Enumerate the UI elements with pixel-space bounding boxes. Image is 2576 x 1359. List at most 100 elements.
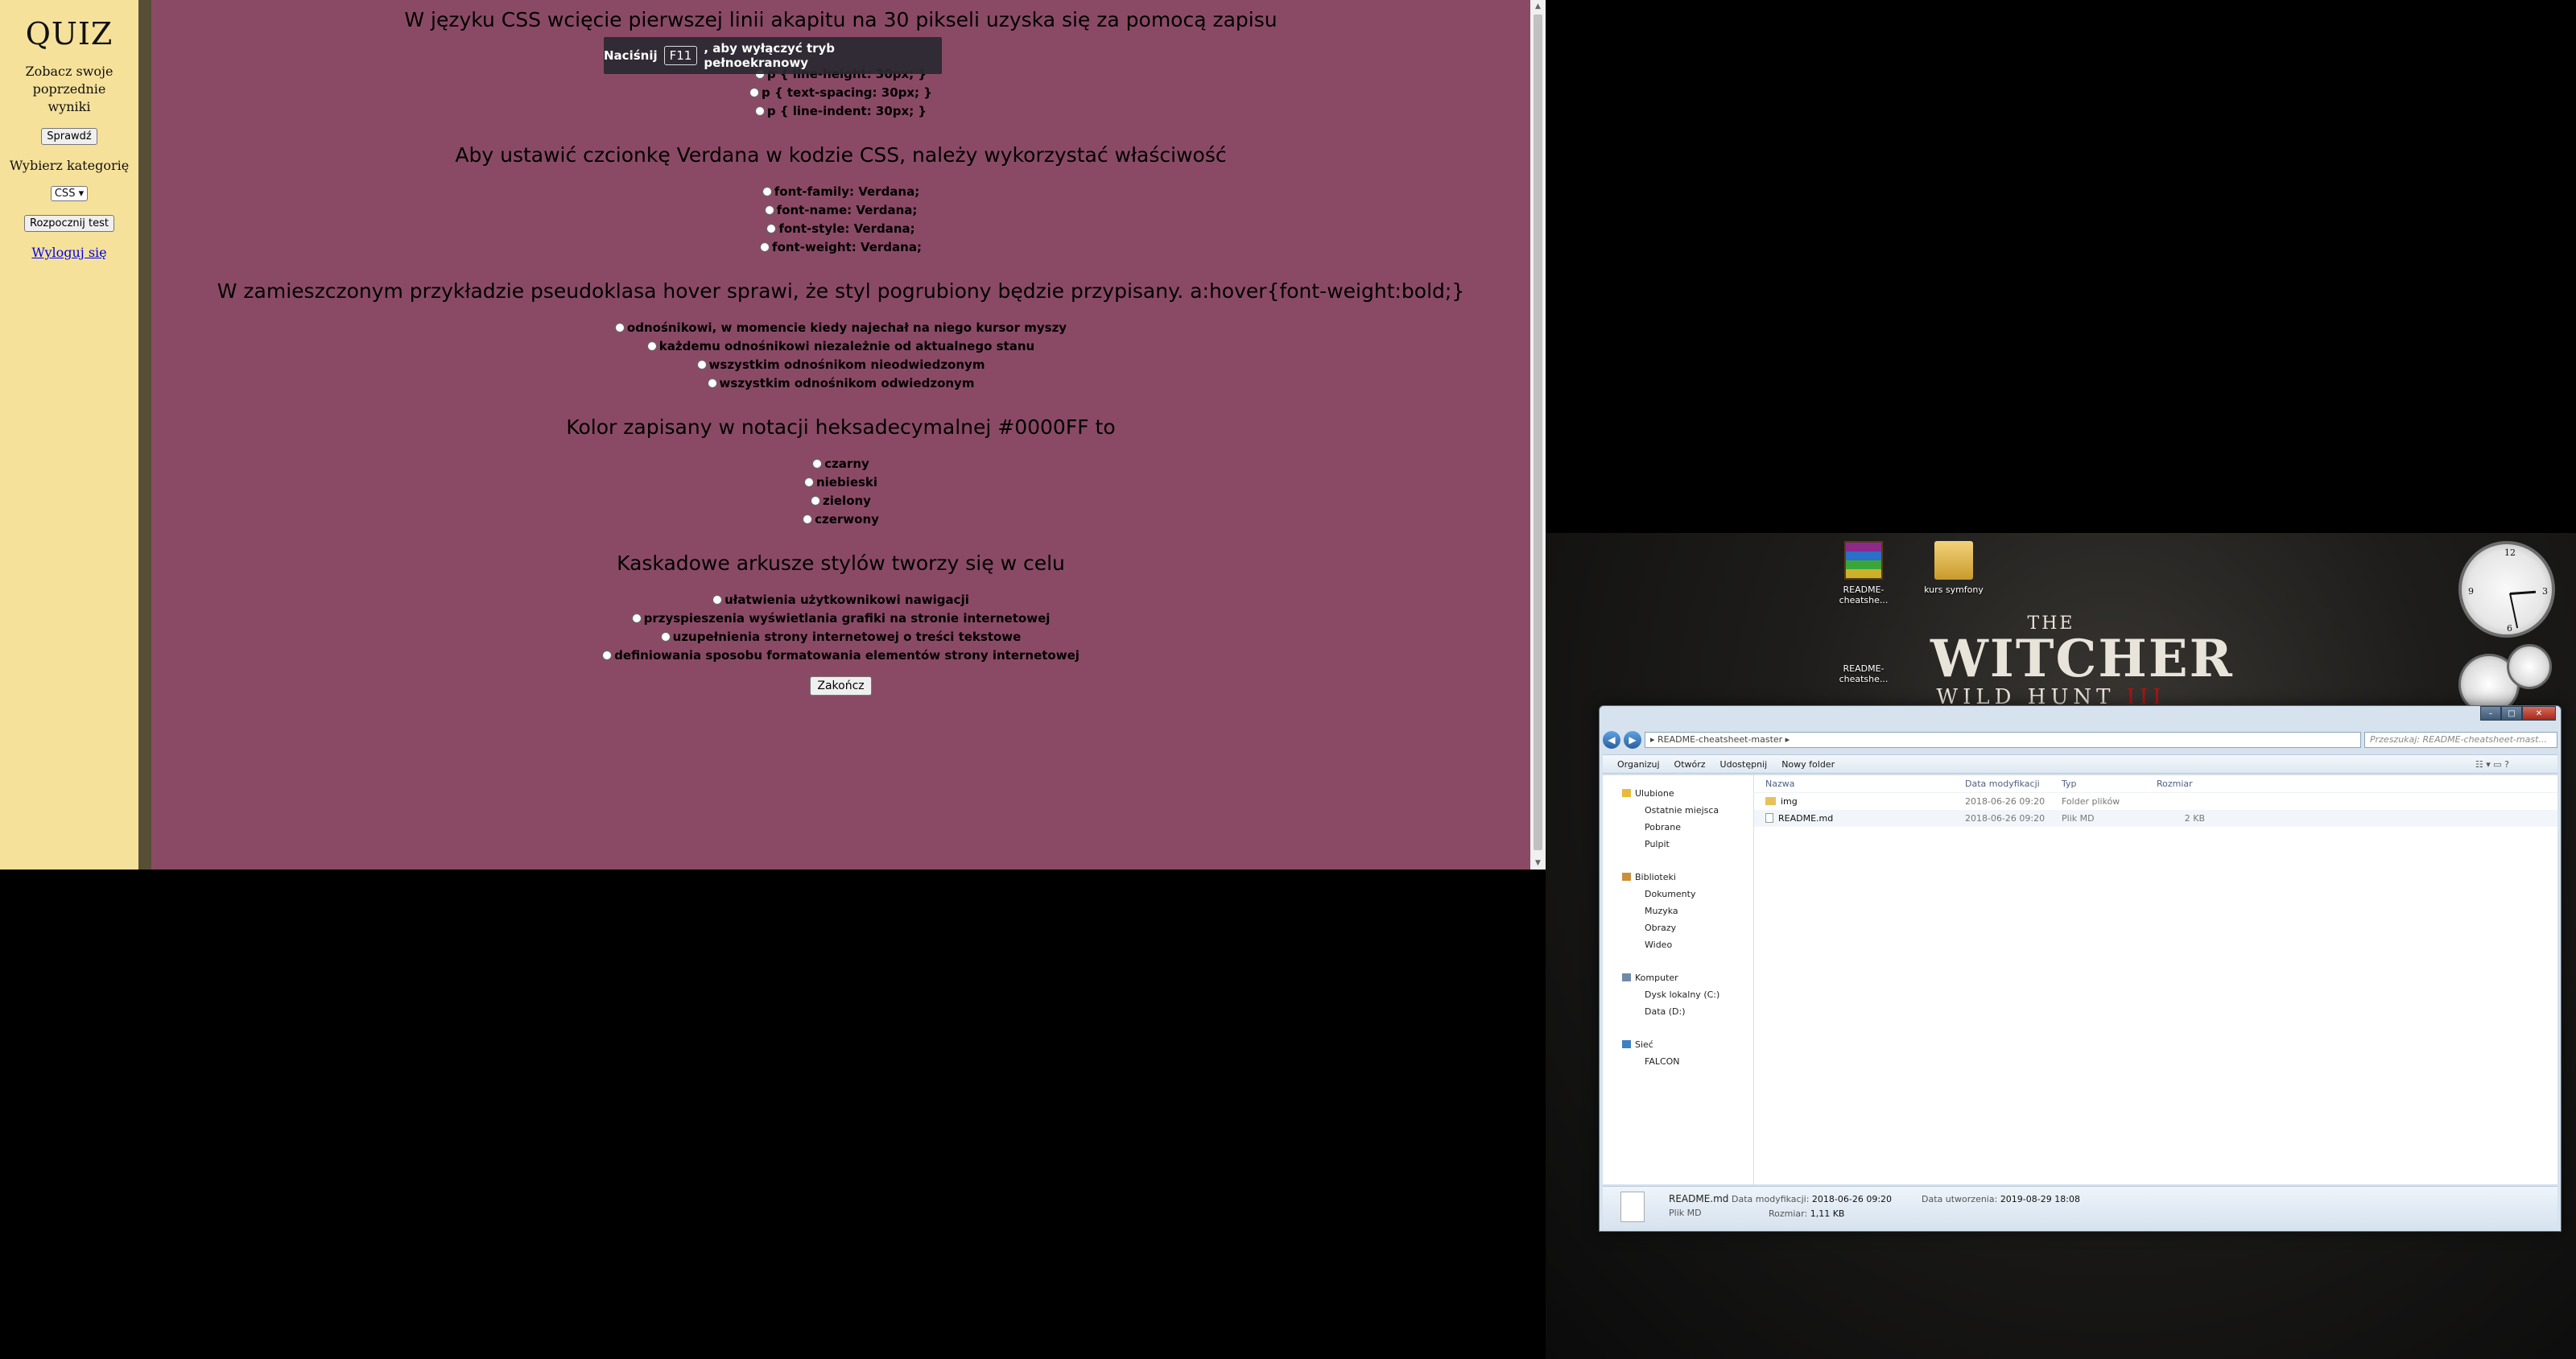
file-icon [1620,1192,1645,1222]
details-modified-value: 2018-06-26 09:20 [1811,1194,1893,1204]
answer-option[interactable]: czarny [151,455,1530,473]
radio-button[interactable] [811,496,821,506]
fullscreen-notice: Naciśnij F11 , aby wyłączyć tryb pełnoek… [604,37,942,74]
answer-label: p { text-spacing: 30px; } [762,85,932,100]
nav-item-recent-places[interactable]: Ostatnie miejsca [1603,802,1753,819]
scroll-up-icon[interactable]: ▲ [1530,0,1546,13]
browser-window: QUIZ Zobacz swoje poprzednie wyniki Spra… [0,0,1546,870]
file-type: Folder plików [2062,796,2120,807]
details-created-value: 2019-08-29 18:08 [2000,1194,2080,1204]
desktop-icon-kurs-symfony[interactable]: kurs symfony [1909,541,1998,595]
nav-group-network[interactable]: Sieć [1603,1036,1753,1053]
radio-button[interactable] [766,224,777,233]
nav-item-pictures[interactable]: Obrazy [1603,919,1753,936]
forward-arrow-icon[interactable]: ▶ [1624,731,1641,749]
answer-label: czerwony [815,512,879,527]
radio-button[interactable] [760,242,770,252]
maximize-icon[interactable]: □ [2501,706,2522,721]
radio-button[interactable] [631,613,642,623]
desktop-icon-readme-file[interactable]: README-cheatshe... [1819,663,1908,684]
answer-option[interactable]: font-name: Verdana; [151,201,1530,220]
answer-option[interactable]: font-style: Verdana; [151,220,1530,238]
search-placeholder: Przeszukaj: README-cheatsheet-mast... [2370,734,2547,745]
answer-option[interactable]: definiowania sposobu formatowania elemen… [151,646,1530,665]
question-text: Kaskadowe arkusze stylów tworzy się w ce… [617,551,1065,575]
column-header-modified[interactable]: Data modyfikacji [1965,779,2062,789]
nav-group-libraries[interactable]: Biblioteki [1603,869,1753,886]
answer-option[interactable]: font-weight: Verdana; [151,238,1530,257]
answer-option[interactable]: przyspieszenia wyświetlania grafiki na s… [151,609,1530,628]
search-input[interactable]: Przeszukaj: README-cheatsheet-mast... [2364,732,2557,748]
minimize-icon[interactable]: – [2480,706,2501,721]
open-button[interactable]: Otwórz [1674,759,1706,770]
explorer-titlebar[interactable]: – □ ✕ [1600,706,2561,725]
page-scrollbar[interactable]: ▲ ▼ [1530,0,1546,870]
close-icon[interactable]: ✕ [2522,706,2556,721]
radio-button[interactable] [803,477,814,487]
radio-button[interactable] [803,514,813,524]
nav-item-documents[interactable]: Dokumenty [1603,886,1753,903]
nav-group-favorites[interactable]: Ulubione [1603,785,1753,802]
radio-button[interactable] [754,106,765,116]
nav-group-computer[interactable]: Komputer [1603,969,1753,986]
cpu-meter-gadget[interactable] [2458,644,2555,715]
answer-option[interactable]: p { text-spacing: 30px; } [151,84,1530,102]
answer-option[interactable]: wszystkim odnośnikom odwiedzonym [151,374,1530,393]
column-header-name[interactable]: Nazwa [1754,779,1965,789]
answer-option[interactable]: p { line-indent: 30px; } [151,102,1530,121]
file-type: Plik MD [2062,813,2095,824]
clock-number: 6 [2507,623,2512,634]
file-row[interactable]: img 2018-06-26 09:20 Folder plików [1754,793,2557,810]
radio-button[interactable] [614,323,625,333]
radio-button[interactable] [646,341,657,351]
desktop-icon-readme-archive[interactable]: README-cheatshe... [1819,541,1908,605]
nav-item-falcon[interactable]: FALCON [1603,1053,1753,1070]
nav-item-data-drive[interactable]: Data (D:) [1603,1003,1753,1020]
answer-option[interactable]: font-family: Verdana; [151,183,1530,201]
nav-group-label: Komputer [1635,973,1678,983]
answer-option[interactable]: wszystkim odnośnikom nieodwiedzonym [151,356,1530,374]
column-header-size[interactable]: Rozmiar [2157,779,2205,789]
organize-button[interactable]: Organizuj [1617,759,1660,770]
share-button[interactable]: Udostępnij [1720,759,1768,770]
back-arrow-icon[interactable]: ◀ [1603,731,1620,749]
answer-option[interactable]: odnośnikowi, w momencie kiedy najechał n… [151,319,1530,337]
address-path: README-cheatsheet-master [1657,734,1783,745]
start-test-button[interactable]: Rozpocznij test [24,215,114,232]
logout-link[interactable]: Wyloguj się [31,245,106,260]
radio-button[interactable] [812,459,823,469]
clock-gadget[interactable]: 12 3 6 9 [2458,541,2555,638]
quiz-sidebar: QUIZ Zobacz swoje poprzednie wyniki Spra… [0,0,138,870]
answer-option[interactable]: niebieski [151,473,1530,492]
nav-item-desktop[interactable]: Pulpit [1603,836,1753,853]
address-bar[interactable]: ▸ README-cheatsheet-master ▸ [1645,732,2361,748]
answer-option[interactable]: czerwony [151,510,1530,529]
radio-button[interactable] [764,205,774,215]
answer-option[interactable]: ułatwienia użytkownikowi nawigacji [151,591,1530,609]
gauge-dial [2507,644,2552,689]
radio-button[interactable] [660,632,671,642]
scrollbar-thumb[interactable] [1534,14,1542,850]
check-button[interactable]: Sprawdź [41,128,97,145]
file-row[interactable]: README.md 2018-06-26 09:20 Plik MD 2 KB [1754,810,2557,827]
column-header-type[interactable]: Typ [2062,779,2157,789]
nav-item-videos[interactable]: Wideo [1603,936,1753,953]
details-pane: README.md Plik MD Data modyfikacji: 2018… [1603,1186,2557,1228]
nav-item-local-disk[interactable]: Dysk lokalny (C:) [1603,986,1753,1003]
new-folder-button[interactable]: Nowy folder [1781,759,1835,770]
finish-button[interactable]: Zakończ [810,676,872,696]
answer-option[interactable]: zielony [151,492,1530,510]
radio-button[interactable] [762,187,772,196]
nav-item-downloads[interactable]: Pobrane [1603,819,1753,836]
radio-button[interactable] [602,651,613,660]
category-select[interactable]: CSS ▾ [50,186,89,201]
answer-option[interactable]: każdemu odnośnikowi niezależnie od aktua… [151,337,1530,356]
radio-button[interactable] [712,595,723,605]
nav-item-music[interactable]: Muzyka [1603,903,1753,919]
view-options-icon[interactable]: ☷ ▾ ▭ ? [2475,759,2509,770]
scroll-down-icon[interactable]: ▼ [1530,857,1546,870]
radio-button[interactable] [707,378,717,388]
radio-button[interactable] [696,360,707,370]
radio-button[interactable] [749,88,760,97]
answer-option[interactable]: uzupełnienia strony internetowej o treśc… [151,628,1530,646]
